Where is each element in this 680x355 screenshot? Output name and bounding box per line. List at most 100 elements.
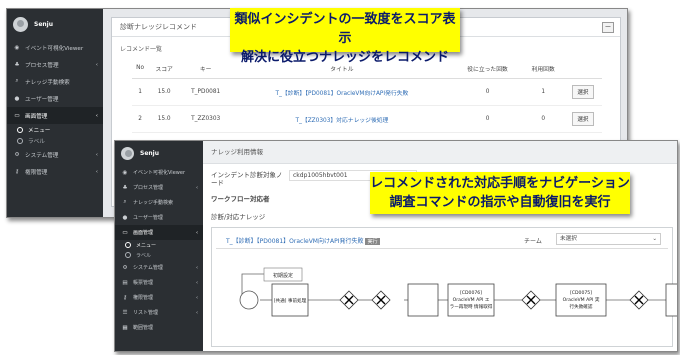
task-node[interactable] — [407, 283, 439, 317]
gateway-icon — [521, 290, 541, 310]
gateway-icon — [339, 290, 359, 310]
column-header: 利用回数 — [522, 58, 564, 79]
select-button[interactable]: 選択 — [572, 85, 594, 99]
workflow-diagram: 初期設定 [共通] 事前処理 [CD0076] OracleVM API エ ラ… — [239, 267, 678, 317]
cell-no: 2 — [132, 105, 149, 133]
sidebar-item-label: ユーザー管理 — [25, 96, 59, 103]
chevron-left-icon: ‹ — [196, 264, 198, 271]
cell-action: 選択 — [563, 105, 602, 133]
table-row: 2 15.0 T_ZZ0303 T_【ZZ0303】対応ナレッジ後処理 0 0 … — [132, 105, 602, 133]
sidebar-subitem-label: メニュー — [136, 242, 157, 249]
sidebar-item-permissions[interactable]: ⚷ 権限管理 ‹ — [115, 290, 203, 305]
sidebar-item-lists[interactable]: ☰ リスト管理 ‹ — [115, 305, 203, 320]
callout-line: 解決に役立つナレッジをレコメンド — [240, 50, 449, 65]
sidebar-item-label: 画面管理 — [25, 113, 48, 120]
sidebar-item-label: イベント可視化Viewer — [133, 170, 185, 176]
avatar — [13, 16, 28, 32]
select-button[interactable]: 選択 — [572, 112, 594, 126]
sidebar-item-label: システム管理 — [25, 152, 59, 159]
column-header: 役に立った回数 — [452, 58, 523, 79]
task-node[interactable] — [665, 283, 678, 317]
chevron-left-icon: ‹ — [95, 168, 98, 175]
knowledge-title-link[interactable]: T_【診断】【PD0081】OracleVM向けAPI発行失敗 — [231, 78, 453, 106]
sidebar-item-knowledge-search[interactable]: ⌕ ナレッジ手動検索 — [7, 73, 103, 90]
column-header: キー — [180, 58, 232, 79]
sidebar-item-users[interactable]: ● ユーザー管理 — [7, 90, 103, 107]
table-row: 1 15.0 T_PD0081 T_【診断】【PD0081】OracleVM向け… — [132, 78, 602, 106]
sidebar: Senju ◉ イベント可視化Viewer ♣ プロセス管理 ‹ ⌕ ナレッジ手動検索 … — [7, 9, 103, 217]
start-event — [239, 290, 259, 310]
sidebar-item-label: イベント可視化Viewer — [25, 45, 84, 52]
panel-title-text: 診断ナレッジレコメンド — [120, 23, 197, 31]
operator-label: ワークフロー対応者 — [211, 195, 270, 203]
sidebar-user[interactable]: Senju — [7, 9, 103, 39]
list-icon: ☰ — [122, 309, 128, 316]
sidebar-item-system[interactable]: ⚙ システム管理 ‹ — [115, 260, 203, 275]
sidebar-item-ranges[interactable]: ▦ 範囲管理 — [115, 320, 203, 335]
task-node-label: [CD0076] — [460, 290, 482, 296]
gear-icon: ⚙ — [14, 151, 20, 158]
sidebar-subitem-menu[interactable]: メニュー — [7, 124, 103, 135]
callout-line: 類似インシデントの一致度をスコア表示 — [234, 12, 456, 46]
task-node-label: [共通] 事前処理 — [274, 297, 307, 304]
process-icon: ♣ — [14, 61, 20, 68]
sidebar-item-users[interactable]: ● ユーザー管理 — [115, 210, 203, 225]
sidebar-item-label: 画面管理 — [133, 230, 154, 236]
sidebar-item-label: リスト管理 — [133, 310, 159, 316]
sidebar-item-label: 帳票管理 — [133, 280, 154, 286]
collapse-button[interactable]: － — [602, 22, 614, 33]
recommend-table: No スコア キー タイトル 役に立った回数 利用回数 1 15.0 T_PD0… — [132, 58, 602, 133]
column-header: スコア — [148, 58, 181, 79]
cell-score: 15.0 — [148, 78, 181, 106]
report-icon: ▤ — [122, 279, 128, 286]
sidebar-item-event-viewer[interactable]: ◉ イベント可視化Viewer — [115, 165, 203, 180]
sidebar-subitem-label-mgmt[interactable]: ラベル — [115, 250, 203, 260]
sidebar-item-event-viewer[interactable]: ◉ イベント可視化Viewer — [7, 39, 103, 56]
grid-icon: ▦ — [122, 324, 128, 331]
gear-icon: ⚙ — [122, 264, 128, 271]
chevron-left-icon: ‹ — [95, 112, 98, 119]
sidebar-item-label: プロセス管理 — [25, 62, 59, 69]
callout-line: 調査コマンドの指示や自動復旧を実行 — [389, 195, 611, 210]
sidebar-item-permissions[interactable]: ⚷ 権限管理 ‹ — [7, 163, 103, 180]
sidebar-item-reports[interactable]: ▤ 帳票管理 ‹ — [115, 275, 203, 290]
sidebar-user[interactable]: Senju — [115, 141, 203, 165]
sidebar-item-label: システム管理 — [133, 265, 163, 271]
sidebar-subitem-label-mgmt[interactable]: ラベル — [7, 135, 103, 146]
process-icon: ♣ — [122, 184, 128, 191]
column-header — [563, 58, 602, 79]
sidebar-subitem-menu[interactable]: メニュー — [115, 240, 203, 250]
chevron-left-icon: ‹ — [196, 279, 198, 286]
knowledge-title-link[interactable]: T_【ZZ0303】対応ナレッジ後処理 — [231, 105, 453, 133]
sidebar-item-screens[interactable]: ▭ 画面管理 ‹ — [115, 225, 203, 240]
circle-icon — [17, 137, 23, 144]
circle-icon — [125, 252, 131, 258]
cell-action: 選択 — [563, 78, 602, 106]
sidebar-item-screens[interactable]: ▭ 画面管理 ‹ — [7, 107, 103, 124]
monitor-icon: ▭ — [122, 229, 128, 236]
sidebar-item-label: プロセス管理 — [133, 185, 164, 191]
user-icon: ● — [122, 214, 128, 221]
sidebar-item-system[interactable]: ⚙ システム管理 ‹ — [7, 146, 103, 163]
sidebar-subitem-label: ラベル — [28, 138, 45, 145]
callout-score: 類似インシデントの一致度をスコア表示 解決に役立つナレッジをレコメンド — [230, 8, 460, 65]
sidebar-subitem-label: メニュー — [28, 127, 51, 134]
cell-use-count: 0 — [522, 105, 564, 133]
chevron-left-icon: ‹ — [95, 151, 98, 158]
callout-navigation: レコメンドされた対応手順をナビゲーション 調査コマンドの指示や自動復旧を実行 — [370, 172, 630, 214]
sidebar-item-label: ナレッジ手動検索 — [133, 200, 174, 206]
sidebar-item-knowledge-search[interactable]: ⌕ ナレッジ手動検索 — [115, 195, 203, 210]
eye-icon: ◉ — [14, 44, 20, 51]
chevron-left-icon: ‹ — [196, 229, 198, 236]
gateway-icon — [371, 290, 391, 310]
workflow-area: T_【診断】【PD0081】OracleVM向けAPI発行失敗 実行 チーム 未選… — [211, 227, 677, 347]
search-icon: ⌕ — [15, 78, 19, 84]
task-node-label: 行失敗確認 — [570, 303, 593, 310]
user-icon: ● — [14, 95, 20, 102]
sidebar-item-label: ナレッジ手動検索 — [25, 79, 70, 86]
task-node-label: OracleVM API エ — [453, 297, 490, 303]
monitor-icon: ▭ — [14, 112, 20, 119]
sidebar-item-process[interactable]: ♣ プロセス管理 ‹ — [115, 180, 203, 195]
key-icon: ⚷ — [14, 168, 20, 175]
sidebar-item-process[interactable]: ♣ プロセス管理 ‹ — [7, 56, 103, 73]
